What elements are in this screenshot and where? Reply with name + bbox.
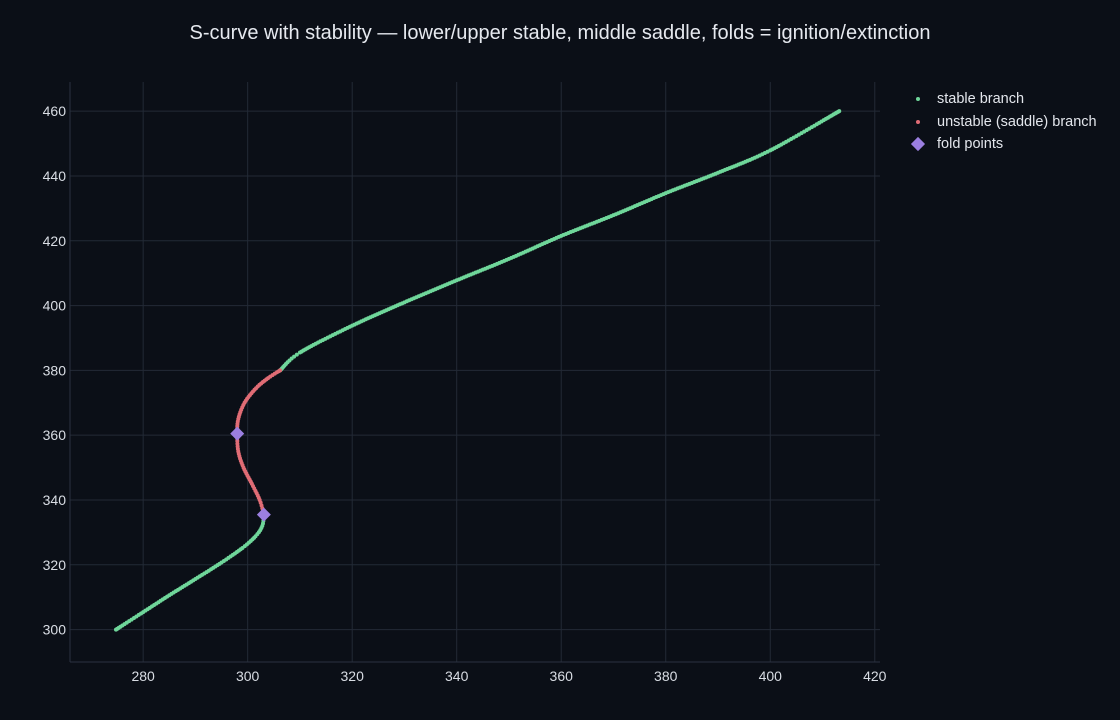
y-tick-label: 300 — [43, 622, 67, 638]
legend-label: unstable (saddle) branch — [937, 113, 1097, 130]
x-tick-label: 380 — [654, 668, 678, 684]
legend-item-stable[interactable]: stable branch — [908, 88, 1097, 111]
x-tick-label: 300 — [236, 668, 260, 684]
legend-dot-icon — [908, 89, 928, 109]
x-tick-label: 400 — [759, 668, 783, 684]
x-tick-label: 320 — [341, 668, 365, 684]
y-tick-label: 440 — [43, 168, 67, 184]
data-point — [837, 109, 842, 114]
y-tick-label: 400 — [43, 298, 67, 314]
legend-label: stable branch — [937, 91, 1025, 108]
legend-diamond-icon — [908, 134, 928, 154]
x-tick-label: 280 — [131, 668, 155, 684]
x-tick-label: 340 — [445, 668, 469, 684]
legend-item-fold[interactable]: fold points — [908, 133, 1097, 156]
y-tick-label: 420 — [43, 233, 67, 249]
y-tick-label: 460 — [43, 103, 67, 119]
fold-point-marker — [256, 507, 271, 522]
y-tick-label: 340 — [43, 492, 67, 508]
grid — [70, 82, 880, 662]
legend-item-unstable[interactable]: unstable (saddle) branch — [908, 111, 1097, 134]
data-point — [278, 368, 283, 373]
x-tick-label: 420 — [863, 668, 887, 684]
y-tick-label: 360 — [43, 427, 67, 443]
y-tick-label: 320 — [43, 557, 67, 573]
legend[interactable]: stable branch unstable (saddle) branch f… — [908, 88, 1097, 156]
legend-label: fold points — [937, 136, 1004, 153]
legend-dot-icon — [908, 112, 928, 132]
fold-point-marker — [230, 426, 245, 441]
y-tick-label: 380 — [43, 362, 67, 378]
series-1 — [235, 368, 283, 517]
x-tick-label: 360 — [550, 668, 574, 684]
